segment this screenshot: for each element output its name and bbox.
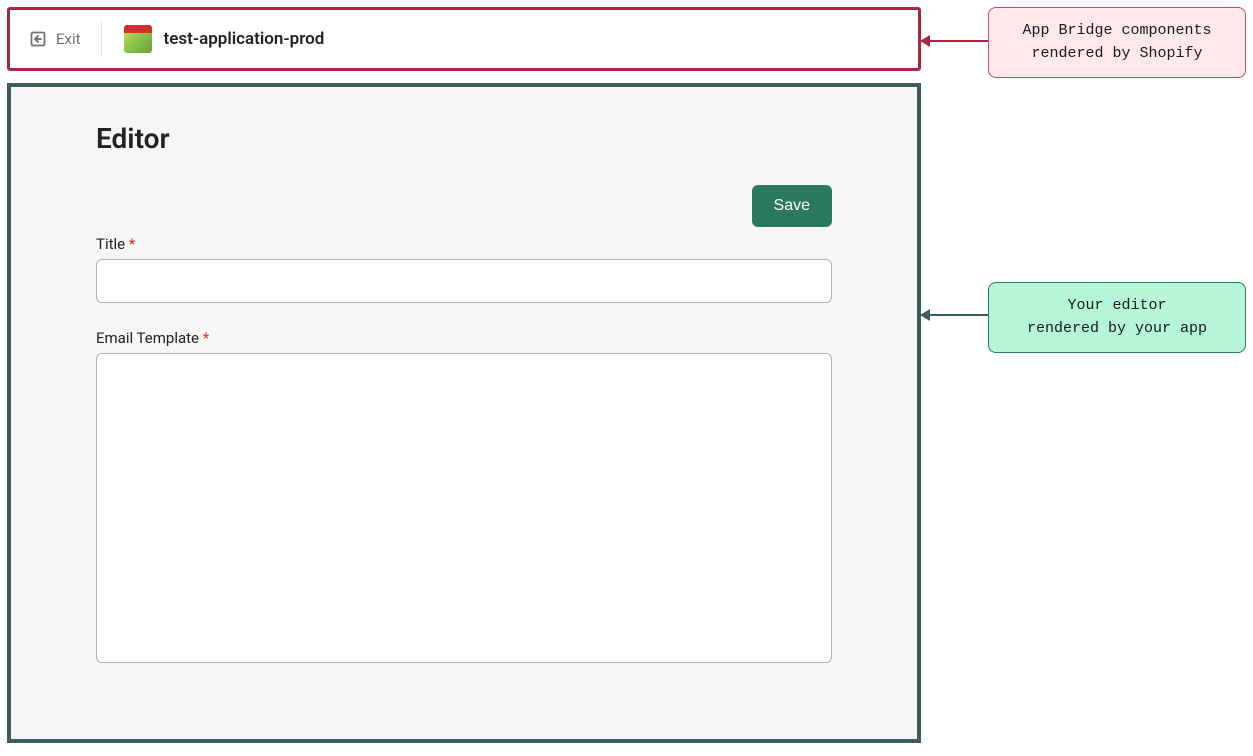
arrow-to-topbar [921, 40, 988, 42]
app-icon [124, 25, 152, 53]
top-bar: Exit test-application-prod [10, 10, 918, 68]
app-bridge-topbar-region: Exit test-application-prod [7, 7, 921, 71]
exit-label: Exit [56, 30, 81, 48]
email-template-label-text: Email Template [96, 329, 199, 347]
email-template-label: Email Template * [96, 329, 832, 347]
title-input[interactable] [96, 259, 832, 303]
callout-app-bridge: App Bridge components rendered by Shopif… [988, 7, 1246, 78]
title-label-text: Title [96, 235, 125, 253]
required-marker: * [129, 235, 135, 253]
save-button[interactable]: Save [752, 185, 832, 227]
save-row: Save [96, 185, 832, 227]
editor-region: Editor Save Title * Email Template * [7, 83, 921, 743]
title-label: Title * [96, 235, 832, 253]
callout-your-editor: Your editor rendered by your app [988, 282, 1246, 353]
arrow-to-editor [921, 314, 988, 316]
app-title: test-application-prod [164, 29, 325, 49]
required-marker: * [203, 329, 209, 347]
exit-icon [28, 29, 48, 49]
exit-button[interactable]: Exit [10, 10, 101, 68]
page-title: Editor [96, 122, 832, 155]
email-template-input[interactable] [96, 353, 832, 663]
app-title-area: test-application-prod [102, 25, 325, 53]
